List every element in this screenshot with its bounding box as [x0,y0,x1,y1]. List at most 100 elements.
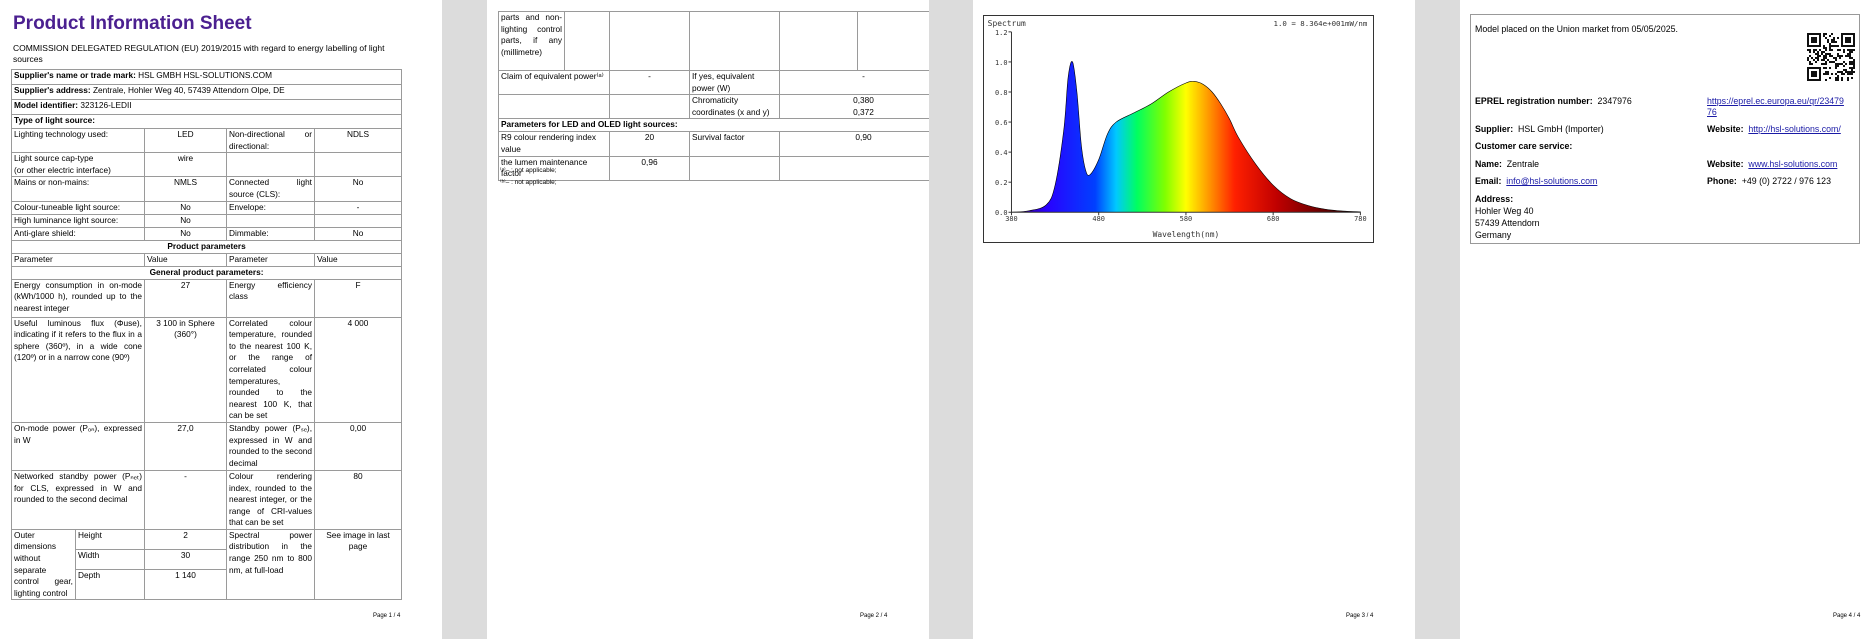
page-gutter-1 [442,0,487,639]
page-3: Spectrum 1.0 = 8.364e+001mW/nm Wavelengt… [973,0,1415,639]
networked-standby-value: - [144,469,227,530]
envelope-value: - [313,200,403,215]
supplier-address-value: Zentrale, Hohler Weg 40, 57439 Attendorn… [92,85,285,96]
footnote-a: ⁽ᵃ⁾– : not applicable; [500,167,557,174]
standby-power-value: 0,00 [313,421,403,471]
phone-label: Phone: [1707,176,1737,186]
x-tick-label: 780 [1354,215,1367,223]
y-tick-label: 1.0 [995,59,1008,67]
width-value: 30 [144,548,227,570]
eprel-link[interactable]: https://eprel.ec.europa.eu/qr/2347976 [1707,96,1847,118]
cap-type-sublabel: (or other electric interface) [14,164,111,175]
mains-label: Mains or non-mains: [11,176,145,202]
height-value: 2 [144,528,227,550]
footnote-b: ⁽ᵇ⁾– : not applicable; [500,179,557,186]
chromaticity-label: Chromaticity coordinates (x and y) [689,94,780,120]
high-luminance-label: High luminance light source: [11,213,145,228]
chart-scale-note: 1.0 = 8.364e+001mW/nm [1273,19,1367,28]
page-number-1: Page 1 / 4 [373,613,401,619]
page-4: Model placed on the Union market from 05… [1460,0,1870,639]
spd-label: Spectral power distribution in the range… [226,528,315,601]
equivalent-power-value: - [609,69,690,96]
phone-value: +49 (0) 2722 / 976 123 [1741,176,1831,186]
non-directional-label: Non-directional or directional: [226,127,315,154]
survival-factor-label: Survival factor [689,131,780,157]
qr-code-icon[interactable] [1807,33,1855,81]
website-link-1[interactable]: http://hsl-solutions.com/ [1748,124,1840,134]
luminous-flux-value: 3 100 in Sphere (360°) [144,316,227,423]
outer-dimensions-continued: parts and non-lighting control parts, if… [498,11,565,71]
supplier-value: HSL GmbH (Importer) [1518,124,1604,134]
r9-label: R9 colour rendering index value [498,131,610,157]
r9-value: 20 [609,131,690,157]
address-label: Address: [1475,194,1514,204]
outer-dimensions-label: Outer dimensions without separate contro… [11,528,76,601]
page-number-3: Page 3 / 4 [1346,613,1374,619]
led-params-heading: Parameters for LED and OLED light source… [498,118,948,133]
lighting-tech-label: Lighting technology used: [11,127,145,154]
supplier-name-value: HSL GMBH HSL-SOLUTIONS.COM [138,70,273,81]
networked-standby-label: Networked standby power (Pₙₑₜ) for CLS, … [11,469,145,530]
energy-consumption-value: 27 [144,278,227,318]
colour-tuneable-value: No [144,200,227,215]
equivalent-power-label: Claim of equivalent power⁽ᵃ⁾ [498,69,610,96]
product-info-table-continued: parts and non-lighting control parts, if… [498,11,948,181]
width-label: Width [75,548,145,570]
general-params-heading: General product parameters: [10,265,403,280]
website-link-2[interactable]: www.hsl-solutions.com [1748,159,1837,169]
website-label-1: Website: [1707,124,1744,134]
supplier-label: Supplier: [1475,124,1514,134]
y-tick-label: 0.2 [995,179,1008,187]
address-line-1: Hohler Weg 40 [1475,206,1534,216]
document-title: Product Information Sheet [13,13,252,34]
lumen-maintenance-value: 0,96 [609,155,690,181]
page-gutter-3 [1415,0,1460,639]
product-info-table: Supplier's name or trade mark: HSL GMBH … [10,69,403,601]
standby-power-label: Standby power (Pₛₑ), expressed in W and … [226,421,315,471]
col-parameter-1: Parameter [11,252,145,267]
y-tick-label: 0.4 [995,149,1008,157]
spectrum-series [1011,61,1361,213]
x-tick-label: 580 [1180,215,1193,223]
chart-x-label: Wavelength(nm) [1153,230,1220,239]
on-mode-power-label: On-mode power (Pₒₙ), expressed in W [11,421,145,471]
model-identifier-value: 323126-LEDII [80,100,132,111]
eprel-value: 2347976 [1597,96,1632,106]
dimmable-value: No [313,226,403,241]
page-number-2: Page 2 / 4 [860,613,888,619]
supplier-address-label: Supplier's address: [14,85,91,96]
address-line-3: Germany [1475,230,1512,240]
anti-glare-label: Anti-glare shield: [11,226,145,241]
email-link[interactable]: info@hsl-solutions.com [1506,176,1597,186]
model-placed-text: Model placed on the Union market from 05… [1475,24,1678,34]
cri-label: Colour rendering index, rounded to the n… [226,469,315,530]
supplier-info-box: Model placed on the Union market from 05… [1470,14,1860,244]
spd-value: See image in last page [313,528,403,601]
page-1: Product Information Sheet COMMISSION DEL… [0,0,442,639]
customer-care-label: Customer care service: [1475,141,1573,151]
cct-value: 4 000 [313,316,403,423]
address-line-2: 57439 Attendorn [1475,218,1540,228]
x-tick-label: 380 [1005,215,1018,223]
name-label: Name: [1475,159,1502,169]
chromaticity-x: 0,380 [853,95,874,106]
survival-factor-value: 0,90 [779,131,948,157]
spectrum-chart: Spectrum 1.0 = 8.364e+001mW/nm Wavelengt… [983,15,1374,243]
depth-value: 1 140 [144,568,227,601]
y-tick-label: 1.2 [995,29,1008,37]
x-tick-label: 680 [1267,215,1280,223]
height-label: Height [75,528,145,550]
anti-glare-value: No [144,226,227,241]
envelope-label: Envelope: [226,200,315,215]
regulation-text: COMMISSION DELEGATED REGULATION (EU) 201… [13,43,385,64]
supplier-name-label: Supplier's name or trade mark: [14,70,136,81]
non-directional-value: NDLS [313,127,403,154]
page-number-4: Page 4 / 4 [1833,613,1861,619]
page-gutter-2 [929,0,973,639]
x-tick-label: 480 [1092,215,1105,223]
on-mode-power-value: 27,0 [144,421,227,471]
eprel-label: EPREL registration number: [1475,96,1593,106]
page-2: parts and non-lighting control parts, if… [487,0,948,639]
luminous-flux-label: Useful luminous flux (Φuse), indicating … [11,316,145,423]
efficiency-class-label: Energy efficiency class [226,278,315,318]
